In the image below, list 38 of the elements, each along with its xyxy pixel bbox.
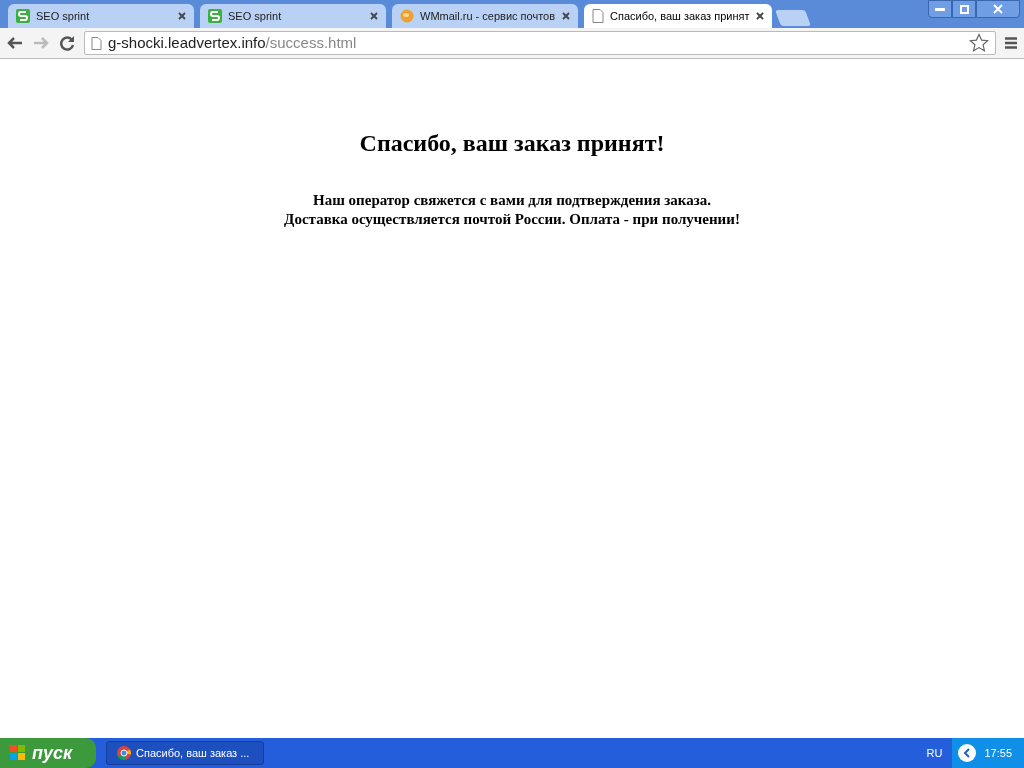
browser-tab[interactable]: Спасибо, ваш заказ принят [584,4,772,28]
language-indicator[interactable]: RU [926,744,943,762]
tab-title: SEO sprint [228,8,283,24]
s-logo-icon [208,9,222,23]
taskbar-item[interactable]: Спасибо, ваш заказ ... [106,741,264,765]
ball-icon [400,9,414,23]
back-icon[interactable] [6,35,24,51]
reload-icon[interactable] [58,34,76,52]
minimize-button[interactable] [928,0,952,18]
message-text: Доставка осуществляется почтой России. Оплата - при получении! [284,210,740,229]
star-icon[interactable] [969,33,989,53]
close-icon [993,4,1003,14]
menu-icon[interactable] [1004,36,1018,50]
url-text: g-shocki.leadvertex.info/success.html [108,32,357,53]
address-bar[interactable]: g-shocki.leadvertex.info/success.html [84,31,996,55]
close-icon[interactable] [178,12,186,20]
close-icon[interactable] [562,12,570,20]
close-icon[interactable] [755,12,764,20]
chevron-left-icon [963,748,972,758]
restore-button[interactable] [952,0,976,18]
tab-title: SEO sprint [36,8,91,24]
tab-title: Спасибо, ваш заказ принят [610,8,750,24]
expand-tray-button[interactable] [958,744,977,762]
browser-tab[interactable]: WMmail.ru - сервис почтов [392,4,578,28]
message-text: Наш оператор свяжется с вами для подтверждения заказа. [313,191,711,210]
close-icon[interactable] [370,12,378,20]
page-heading: Спасибо, ваш заказ принят! [359,129,665,158]
close-window-button[interactable] [976,0,1020,18]
clock: 17:55 [984,745,1012,761]
browser-tab[interactable]: SEO sprint [8,4,194,28]
tab-title: WMmail.ru - сервис почтов [420,8,556,24]
page-icon [592,9,604,23]
browser-logo-icon [117,746,131,760]
windows-logo-icon [10,745,26,761]
s-logo-icon [16,9,30,23]
start-button[interactable]: пуск [0,738,96,768]
page-icon [91,36,102,50]
browser-tab[interactable]: SEO sprint [200,4,386,28]
